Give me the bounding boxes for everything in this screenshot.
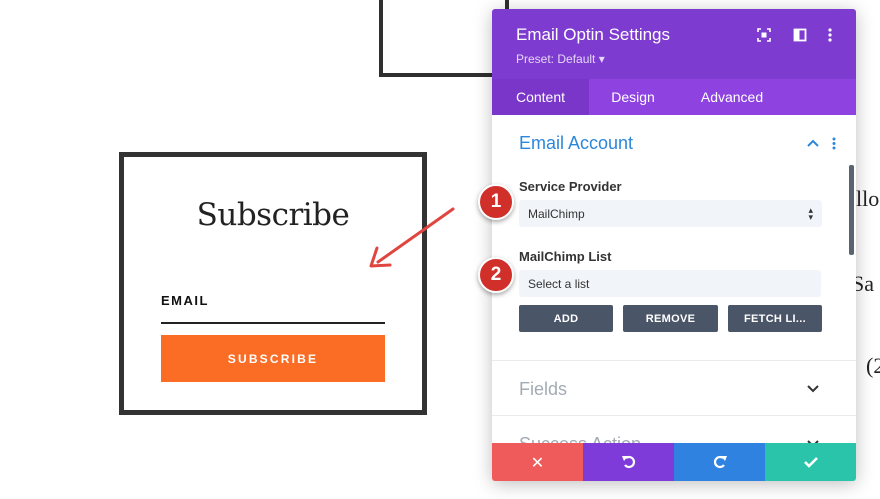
more-options-icon[interactable] [822, 27, 838, 43]
tab-content[interactable]: Content [492, 79, 589, 115]
add-button[interactable]: ADD [519, 305, 613, 332]
annotation-badge-1: 1 [478, 184, 514, 220]
panel-content: Email Account Service Provider MailChimp… [492, 115, 856, 454]
settings-panel: Email Optin Settings Preset: Default ▾ C… [492, 9, 856, 481]
fields-section-title[interactable]: Fields [519, 379, 567, 400]
select-caret-icon: ▴ ▾ [808, 205, 813, 222]
panel-tabs: Content Design Advanced [492, 79, 856, 115]
panel-title: Email Optin Settings [516, 25, 671, 44]
tab-design[interactable]: Design [589, 79, 677, 115]
background-text-fragment: (2 [866, 353, 880, 378]
mailchimp-list-label: MailChimp List [519, 249, 612, 264]
save-button[interactable] [765, 443, 856, 481]
tab-advanced[interactable]: Advanced [677, 79, 787, 115]
fetch-lists-button[interactable]: FETCH LI... [728, 305, 822, 332]
split-view-icon[interactable] [792, 27, 808, 43]
redo-button[interactable] [674, 443, 765, 481]
chevron-down-icon[interactable] [807, 385, 819, 393]
undo-icon [621, 455, 635, 469]
panel-footer: ✕ [492, 443, 856, 481]
email-optin-module[interactable]: Subscribe EMAIL SUBSCRIBE [119, 152, 427, 415]
section-options-icon[interactable] [832, 137, 836, 150]
service-provider-select[interactable]: MailChimp ▴ ▾ [519, 200, 822, 227]
section-divider [492, 360, 856, 361]
service-provider-label: Service Provider [519, 179, 622, 194]
close-icon: ✕ [530, 452, 545, 472]
panel-scrollbar[interactable] [849, 165, 854, 255]
mailchimp-list-select[interactable]: Select a list [519, 270, 821, 297]
chevron-up-icon[interactable] [807, 139, 819, 147]
preset-dropdown[interactable]: Preset: Default ▾ [516, 52, 605, 66]
panel-header: Email Optin Settings Preset: Default ▾ [492, 9, 856, 79]
checkmark-icon [803, 457, 818, 468]
undo-button[interactable] [583, 443, 674, 481]
redo-icon [713, 455, 727, 469]
expand-icon[interactable] [756, 27, 772, 43]
subscribe-button[interactable]: SUBSCRIBE [161, 335, 385, 382]
remove-button[interactable]: REMOVE [623, 305, 718, 332]
annotation-badge-2: 2 [478, 257, 514, 293]
section-divider [492, 415, 856, 416]
mailchimp-list-value: Select a list [528, 276, 590, 291]
email-field-label[interactable]: EMAIL [161, 293, 209, 308]
email-account-section-title[interactable]: Email Account [519, 133, 633, 154]
email-field-underline [161, 322, 385, 324]
annotation-arrow [369, 207, 455, 268]
background-text-fragment: llo [856, 186, 880, 211]
background-frame [379, 0, 509, 77]
discard-button[interactable]: ✕ [492, 443, 583, 481]
service-provider-value: MailChimp [528, 206, 585, 221]
